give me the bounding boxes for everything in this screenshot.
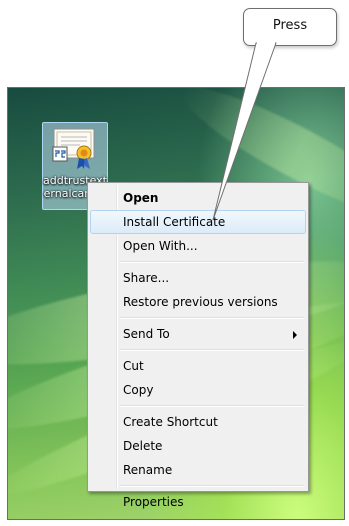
callout-pointer xyxy=(212,42,277,221)
